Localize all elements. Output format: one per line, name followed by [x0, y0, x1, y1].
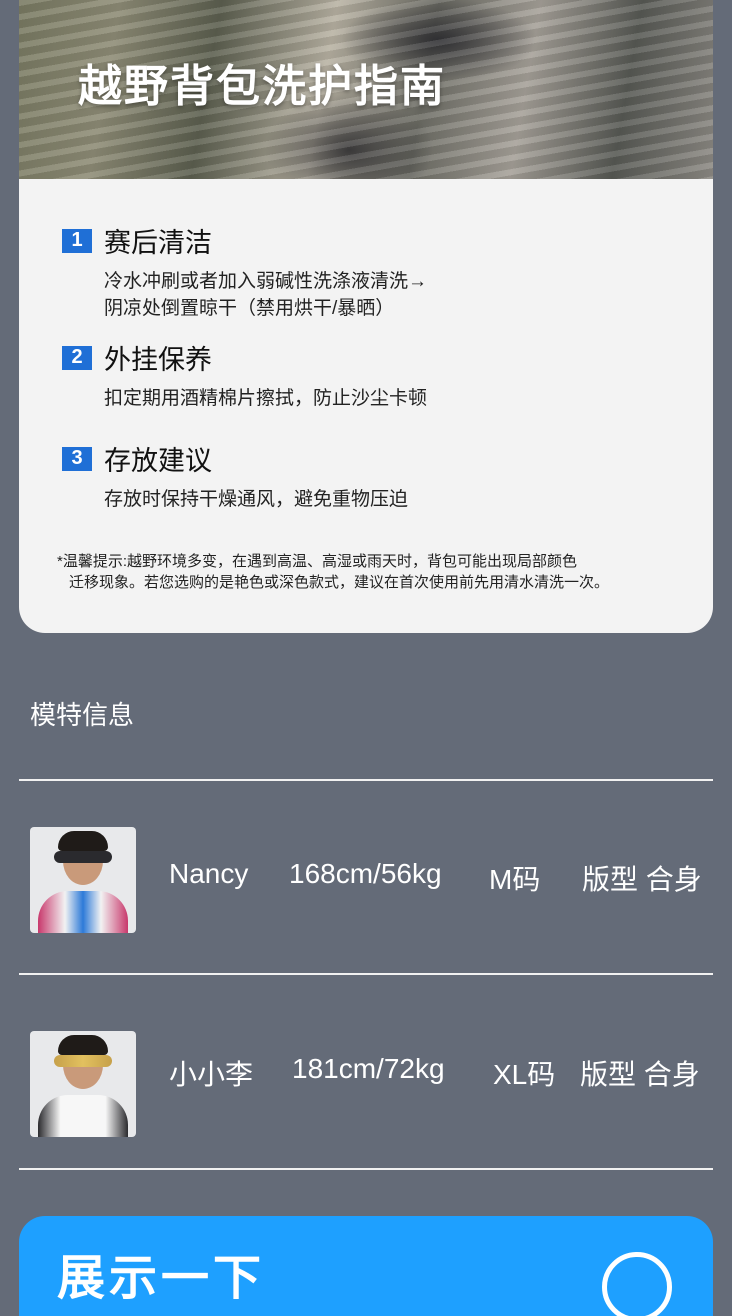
model-name: Nancy: [169, 858, 249, 889]
circle-arrow-icon[interactable]: [602, 1252, 672, 1316]
model-avatar[interactable]: [30, 1031, 136, 1137]
model-size: M码: [489, 864, 541, 895]
step-title: 存放建议: [104, 446, 212, 476]
hero-banner: 越野背包洗护指南: [19, 0, 713, 179]
model-fit: 版型 合身: [582, 864, 702, 895]
divider: [19, 1168, 713, 1170]
divider: [19, 973, 713, 975]
divider: [19, 779, 713, 781]
care-step-2: 2 外挂保养 扣定期用酒精棉片擦拭，防止沙尘卡顿: [62, 338, 427, 412]
showcase-banner[interactable]: 展示一下: [19, 1216, 713, 1316]
model-name: 小小李: [169, 1059, 254, 1090]
model-avatar[interactable]: [30, 827, 136, 933]
step-desc-line: 扣定期用酒精棉片擦拭，防止沙尘卡顿: [104, 388, 428, 409]
note-line: *温馨提示:越野环境多变，在遇到高温、高湿或雨天时，背包可能出现局部颜色: [57, 553, 578, 570]
step-title: 赛后清洁: [104, 228, 212, 258]
step-number-badge: 3: [62, 446, 92, 471]
showcase-title: 展示一下: [57, 1252, 266, 1305]
model-fit: 版型 合身: [580, 1059, 700, 1090]
care-guide-card: 1 赛后清洁 冷水冲刷或者加入弱碱性洗涤液清洗→ 阴凉处倒置晾干（禁用烘干/暴晒…: [19, 179, 713, 633]
care-step-1: 1 赛后清洁 冷水冲刷或者加入弱碱性洗涤液清洗→ 阴凉处倒置晾干（禁用烘干/暴晒…: [62, 221, 427, 322]
step-desc-line: 阴凉处倒置晾干（禁用烘干/暴晒）: [104, 298, 395, 319]
step-description: 存放时保持干燥通风，避免重物压迫: [104, 486, 408, 513]
model-measurements: 181cm/72kg: [292, 1053, 445, 1084]
model-size: XL码: [493, 1059, 556, 1090]
care-tip-note: *温馨提示:越野环境多变，在遇到高温、高湿或雨天时，背包可能出现局部颜色 迁移现…: [57, 551, 677, 593]
step-number-badge: 2: [62, 345, 92, 370]
model-measurements: 168cm/56kg: [289, 858, 442, 889]
care-step-3: 3 存放建议 存放时保持干燥通风，避免重物压迫: [62, 439, 408, 513]
model-row-xiaoxiaoli: 小小李 181cm/72kg XL码 版型 合身: [30, 1031, 713, 1137]
step-description: 扣定期用酒精棉片擦拭，防止沙尘卡顿: [104, 385, 427, 412]
step-number-badge: 1: [62, 228, 92, 253]
step-desc-line: 冷水冲刷或者加入弱碱性洗涤液清洗→: [104, 271, 428, 292]
note-line: 迁移现象。若您选购的是艳色或深色款式，建议在首次使用前先用清水清洗一次。: [69, 574, 610, 591]
model-info-title: 模特信息: [30, 700, 135, 730]
step-title: 外挂保养: [104, 345, 212, 375]
step-desc-line: 存放时保持干燥通风，避免重物压迫: [104, 489, 409, 510]
model-row-nancy: Nancy 168cm/56kg M码 版型 合身: [30, 827, 713, 933]
hero-title: 越野背包洗护指南: [78, 62, 446, 111]
step-description: 冷水冲刷或者加入弱碱性洗涤液清洗→ 阴凉处倒置晾干（禁用烘干/暴晒）: [104, 268, 427, 322]
